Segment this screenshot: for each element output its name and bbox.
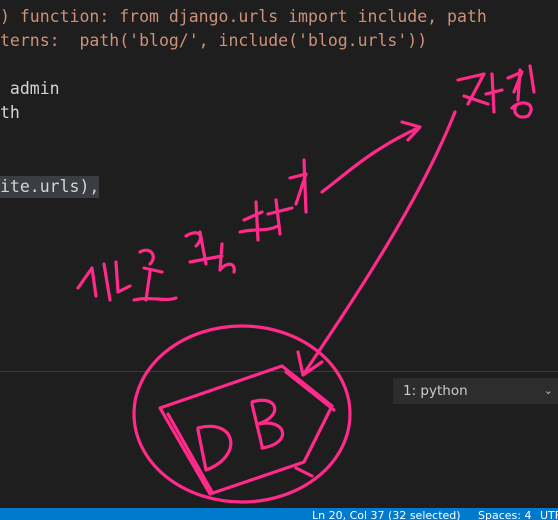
handwriting-left-2 [132, 248, 178, 302]
db-underline [294, 466, 314, 478]
arrow-to-save [320, 126, 420, 194]
arrow-to-db [303, 110, 457, 374]
db-letter-b [250, 398, 285, 450]
handwriting-right-2 [506, 64, 536, 119]
handwriting-left-1 [76, 260, 132, 302]
handwriting-left-3 [184, 230, 236, 274]
db-letter-d [196, 424, 233, 472]
ink-annotation-layer [76, 64, 536, 504]
handwriting-left-5 [288, 158, 308, 214]
handwriting-left-4 [238, 198, 294, 242]
handwriting-right-1 [456, 72, 504, 114]
